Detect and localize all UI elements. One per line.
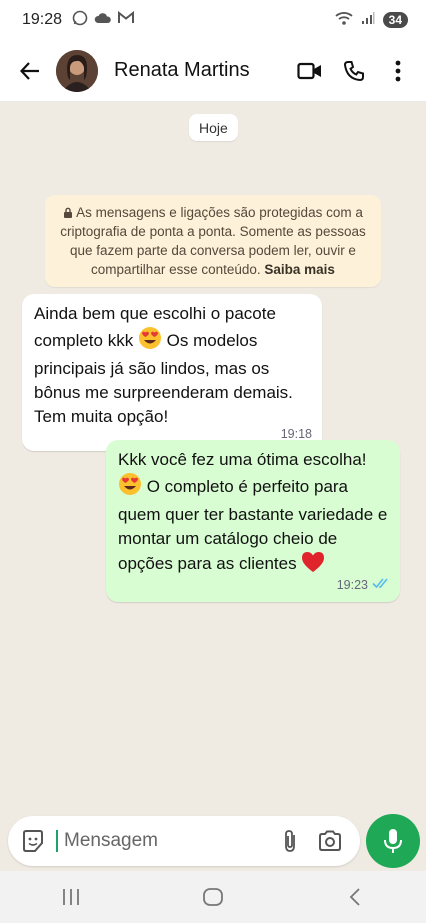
outgoing-message-time: 19:23 [336, 578, 368, 592]
learn-more-link[interactable]: Saiba mais [264, 262, 335, 277]
status-bar: 19:28 34 [0, 0, 426, 40]
nav-back-button[interactable] [325, 877, 385, 917]
camera-icon [319, 830, 341, 851]
cloud-icon [94, 11, 112, 30]
battery-indicator: 34 [382, 12, 408, 28]
incoming-message[interactable]: Ainda bem que escolhi o pacote completo … [22, 294, 322, 451]
recent-apps-button[interactable] [41, 877, 101, 917]
heart-eyes-emoji-icon [138, 326, 162, 357]
recent-apps-icon [63, 889, 79, 905]
double-check-read-icon [372, 573, 390, 597]
microphone-icon [384, 829, 402, 853]
red-heart-emoji-icon [301, 551, 325, 580]
paperclip-icon [285, 830, 295, 852]
encryption-notice[interactable]: As mensagens e ligações são protegidas c… [45, 195, 381, 287]
voice-call-button[interactable] [332, 49, 376, 93]
system-nav-bar [0, 871, 426, 923]
home-icon [203, 888, 223, 906]
wifi-icon [335, 11, 353, 30]
status-time: 19:28 [22, 11, 63, 28]
voice-message-button[interactable] [366, 814, 420, 868]
sticker-icon [23, 830, 43, 852]
phone-icon [343, 60, 364, 81]
avatar[interactable] [56, 49, 98, 92]
more-vertical-icon [395, 60, 401, 81]
outgoing-message-meta: 19:23 [337, 573, 390, 597]
outgoing-message-text-1: Kkk você fez uma ótima escolha! [118, 450, 367, 469]
sticker-button[interactable] [10, 818, 56, 864]
contact-name[interactable]: Renata Martins [114, 59, 288, 82]
outgoing-message[interactable]: Kkk você fez uma ótima escolha! O comple… [106, 440, 400, 602]
chat-area[interactable]: Hoje As mensagens e ligações são protegi… [0, 102, 426, 810]
chat-header: Renata Martins [0, 40, 426, 102]
heart-eyes-emoji-icon [118, 472, 142, 503]
video-camera-icon [297, 62, 321, 79]
more-options-button[interactable] [376, 49, 420, 93]
message-composer [8, 816, 360, 866]
chevron-left-icon [349, 888, 360, 906]
attach-button[interactable] [270, 819, 310, 863]
camera-button[interactable] [310, 819, 350, 863]
home-button[interactable] [183, 877, 243, 917]
whatsapp-notification-icon [72, 10, 88, 31]
gmail-icon [118, 10, 135, 29]
lock-icon [63, 205, 76, 220]
back-button[interactable] [8, 49, 52, 93]
arrow-left-icon [19, 61, 39, 80]
signal-icon [361, 11, 375, 30]
message-input[interactable] [56, 830, 270, 852]
video-call-button[interactable] [288, 49, 332, 93]
outgoing-message-text-2: O completo é perfeito para quem quer ter… [118, 477, 388, 573]
date-chip: Hoje [189, 114, 238, 141]
